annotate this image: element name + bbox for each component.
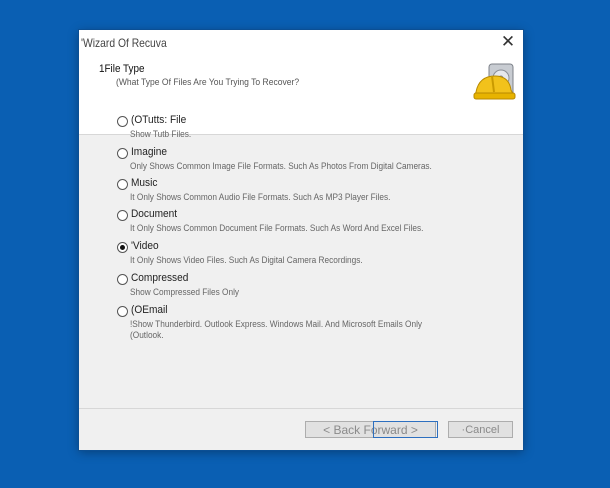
option-label: (OTutts: File <box>131 114 187 126</box>
option-label: Imagine <box>131 146 168 158</box>
radio-document[interactable] <box>117 210 128 221</box>
recuva-hardhat-hdd-icon <box>473 63 516 100</box>
radio-music[interactable] <box>117 179 128 190</box>
option-description: Only Shows Common Image File Formats. Su… <box>130 161 432 171</box>
radio-all-files[interactable] <box>117 116 128 127</box>
wizard-dialog: 'Wizard Of Recuva ✕ 1File Type (What Typ… <box>79 30 523 450</box>
radio-email[interactable] <box>117 306 128 317</box>
forward-focus-outline <box>373 421 438 438</box>
option-label: (OEmail <box>131 304 168 316</box>
option-label: Compressed <box>131 272 189 284</box>
option-description: It Only Shows Common Audio File Formats.… <box>130 192 391 202</box>
cancel-button[interactable]: ·Cancel <box>448 421 513 438</box>
close-icon[interactable]: ✕ <box>499 33 517 51</box>
page-title: 1File Type <box>99 63 145 75</box>
option-label: Music <box>131 177 158 189</box>
title-bar: 'Wizard Of Recuva ✕ <box>79 30 523 56</box>
footer-divider <box>79 408 523 409</box>
radio-video[interactable] <box>117 242 128 253</box>
radio-compressed[interactable] <box>117 274 128 285</box>
option-description-line2: (Outlook. <box>130 330 164 340</box>
option-label: 'Video <box>131 240 159 252</box>
option-description: It Only Shows Video Files. Such As Digit… <box>130 255 363 265</box>
page-subtitle: (What Type Of Files Are You Trying To Re… <box>116 77 300 88</box>
option-description: Show Tutb Files. <box>130 129 192 139</box>
window-title: 'Wizard Of Recuva <box>81 36 167 50</box>
option-description: Show Compressed Files Only <box>130 287 240 297</box>
back-forward-button[interactable]: < Back Forward > <box>305 421 438 438</box>
option-description: !Show Thunderbird. Outlook Express. Wind… <box>130 319 423 329</box>
radio-image[interactable] <box>117 148 128 159</box>
option-label: Document <box>131 208 178 220</box>
option-description: It Only Shows Common Document File Forma… <box>130 223 424 233</box>
